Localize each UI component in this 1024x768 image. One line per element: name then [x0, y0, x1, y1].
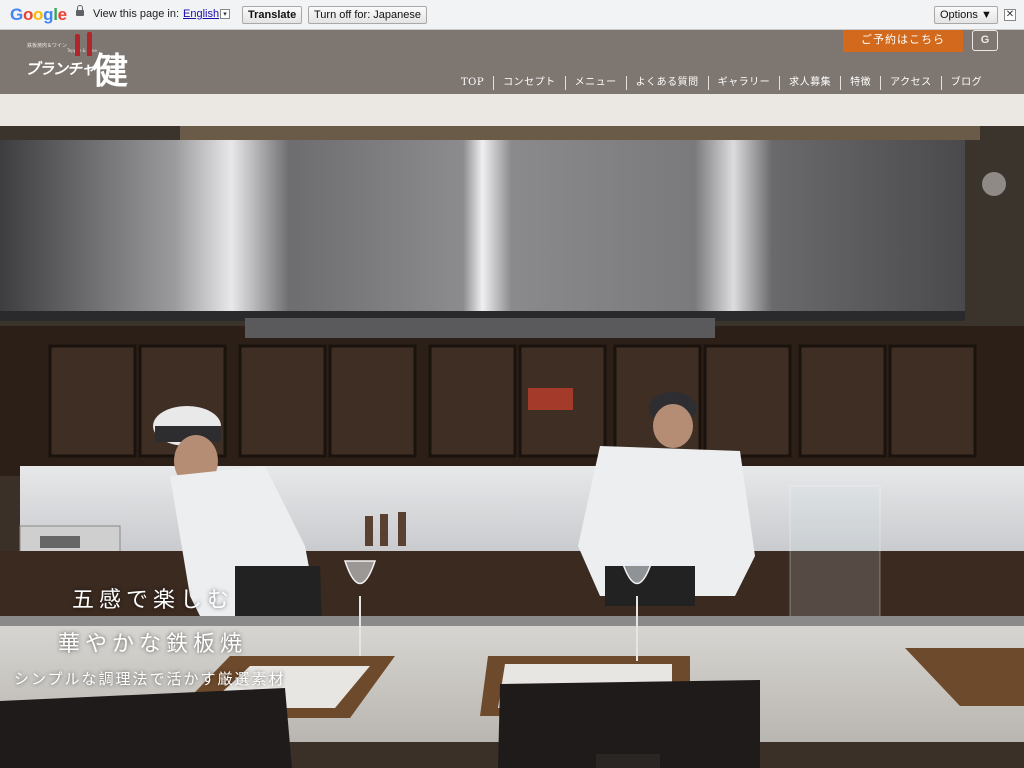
nav-blog[interactable]: ブログ	[940, 76, 992, 90]
header-spacer-band	[0, 94, 1024, 126]
reservation-button[interactable]: ご予約はこちら	[843, 30, 963, 52]
site-header: 鉄板焼肉＆ワイン Teppan & Wine ブランチャー 健 ご予約はこちら …	[0, 30, 1024, 94]
translate-bar: Google View this page in: English ▾ Tran…	[0, 0, 1024, 30]
close-icon[interactable]: ✕	[1004, 9, 1016, 21]
google-logo: Google	[10, 5, 67, 24]
nav-menu[interactable]: メニュー	[564, 76, 626, 90]
nav-features[interactable]: 特徴	[840, 76, 880, 90]
site-logo[interactable]: 鉄板焼肉＆ワイン Teppan & Wine ブランチャー 健	[24, 32, 158, 92]
nav-gallery[interactable]: ギャラリー	[707, 76, 780, 90]
nav-recruit[interactable]: 求人募集	[779, 76, 840, 90]
language-dropdown-icon[interactable]: ▾	[220, 9, 230, 19]
hero-image: 五感で楽しむ 華やかな鉄板焼 シンプルな調理法で活かす厳選素材	[0, 126, 1024, 768]
main-nav: TOP コンセプト メニュー よくある質問 ギャラリー 求人募集 特徴 アクセス ブログ	[452, 70, 991, 90]
nav-access[interactable]: アクセス	[880, 76, 941, 90]
translate-button[interactable]: Translate	[242, 6, 303, 24]
nav-concept[interactable]: コンセプト	[493, 76, 565, 90]
options-button[interactable]: Options ▼	[934, 6, 998, 24]
nav-faq[interactable]: よくある質問	[625, 76, 708, 90]
language-link[interactable]: English	[183, 8, 219, 20]
view-page-label: View this page in:	[93, 8, 180, 20]
logo-subtitle: 鉄板焼肉＆ワイン	[27, 43, 68, 49]
google-translate-icon[interactable]: G	[972, 30, 998, 51]
lock-icon	[76, 5, 84, 16]
hero-tagline-3: シンプルな調理法で活かす厳選素材	[14, 670, 286, 688]
logo-kanji: 健	[92, 50, 129, 92]
nav-top[interactable]: TOP	[452, 76, 493, 90]
turn-off-button[interactable]: Turn off for: Japanese	[308, 6, 428, 24]
hero-tagline-1: 五感で楽しむ	[72, 588, 235, 613]
hero-tagline-2: 華やかな鉄板焼	[58, 632, 248, 657]
wine-bottle-icon	[75, 34, 80, 56]
